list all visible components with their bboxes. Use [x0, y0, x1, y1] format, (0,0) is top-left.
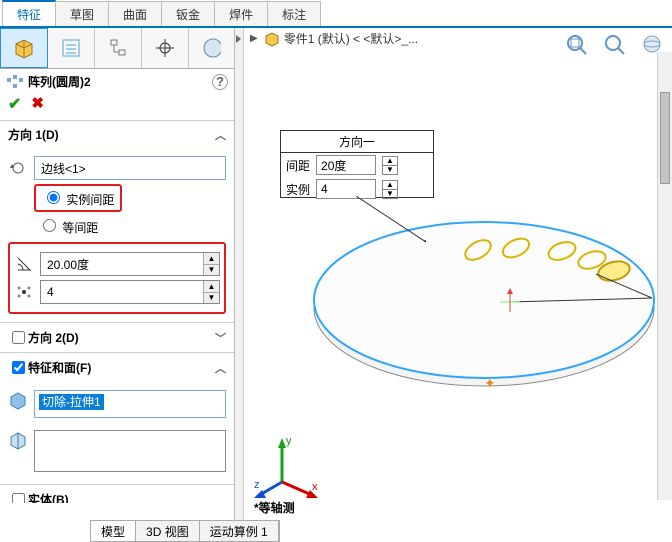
tab-surface[interactable]: 曲面: [108, 1, 162, 26]
command-tabs: 特征 草图 曲面 钣金 焊件 标注: [0, 0, 672, 28]
selected-faces-list[interactable]: [34, 430, 226, 472]
ok-cancel-row: ✔ ✖: [0, 90, 234, 120]
panel-bodies: 实体(B): [0, 484, 234, 503]
radio-equal-spacing[interactable]: 等间距: [38, 216, 226, 236]
collapse-icon[interactable]: ﹀: [215, 330, 226, 346]
callout-instances-spinner[interactable]: ▲▼: [382, 180, 398, 199]
splitter-arrow-icon: [235, 34, 243, 44]
chevron-right-icon: ▶: [250, 33, 258, 44]
svg-text:x: x: [312, 481, 318, 493]
radio-equal-spacing-input[interactable]: [43, 219, 56, 232]
view-tools: [560, 30, 670, 58]
panel-direction-1: 方向 1(D) ︿ 边线<1> 实例间距 等间距: [0, 120, 234, 322]
panel-dir2-header[interactable]: 方向 2(D) ﹀: [0, 323, 234, 352]
tab-sketch[interactable]: 草图: [55, 1, 109, 26]
instance-count-value[interactable]: 4: [41, 281, 203, 303]
callout-spacing-input[interactable]: [316, 155, 376, 175]
config-tab-icon[interactable]: [95, 28, 142, 68]
instance-count-icon: [14, 282, 34, 302]
scrollbar-thumb[interactable]: [660, 92, 670, 184]
panel-bodies-title: 实体(B): [28, 491, 69, 503]
feature-manager-pane: 阵列(圆周)2 ? ✔ ✖ 方向 1(D) ︿ 边线<1>: [0, 28, 235, 522]
list-icon: [60, 37, 82, 59]
bottom-tab-model[interactable]: 模型: [91, 521, 136, 541]
zoom-area-icon[interactable]: [598, 30, 632, 58]
callout-instances-input[interactable]: [316, 179, 376, 199]
svg-text:y: y: [286, 435, 292, 447]
axis-input[interactable]: 边线<1>: [34, 156, 226, 180]
pattern-callout[interactable]: 方向一 间距 ▲▼ 实例 ▲▼: [280, 130, 434, 198]
callout-instances-label: 实例: [286, 181, 310, 198]
tab-annotations[interactable]: 标注: [267, 1, 321, 26]
feature-icon: [8, 390, 28, 410]
callout-spacing-label: 间距: [286, 157, 310, 174]
radio-instance-spacing-input[interactable]: [47, 191, 60, 204]
axis-icon: [8, 158, 28, 178]
panel-feat-body: 切除-拉伸1: [0, 382, 234, 484]
radio-equal-spacing-label: 等间距: [62, 221, 98, 235]
tab-features[interactable]: 特征: [2, 0, 56, 26]
vertical-scrollbar[interactable]: [657, 52, 672, 500]
more-tab-icon[interactable]: [189, 28, 229, 68]
panel-bodies-header[interactable]: 实体(B): [0, 485, 234, 503]
angle-icon: [14, 254, 34, 274]
bottom-tabs: 模型 3D 视图 运动算例 1: [90, 520, 280, 542]
circular-pattern-icon: [6, 74, 24, 90]
target-icon: [154, 37, 176, 59]
cancel-button[interactable]: ✖: [31, 94, 44, 114]
cube-icon: [12, 36, 36, 60]
angle-value[interactable]: 20.00度: [41, 253, 203, 275]
instance-count-spinner[interactable]: ▲▼: [203, 281, 219, 303]
callout-header: 方向一: [281, 131, 433, 153]
bottom-tab-motion[interactable]: 运动算例 1: [200, 521, 279, 541]
splitter[interactable]: [235, 28, 244, 522]
panel-dir1-header[interactable]: 方向 1(D) ︿: [0, 121, 234, 148]
bottom-tab-3dview[interactable]: 3D 视图: [136, 521, 200, 541]
radio-instance-spacing-label: 实例间距: [66, 193, 114, 207]
panel-features-faces: 特征和面(F) ︿ 切除-拉伸1: [0, 352, 234, 484]
panel-dir1-title: 方向 1(D): [8, 126, 59, 143]
callout-spacing-spinner[interactable]: ▲▼: [382, 156, 398, 175]
highlighted-inputs: 20.00度 ▲▼ 4 ▲▼: [8, 242, 226, 314]
face-icon: [8, 430, 28, 450]
part-icon: [264, 31, 280, 47]
document-tab[interactable]: ▶ 零件1 (默认) < <默认>_...: [250, 30, 418, 47]
angle-input[interactable]: 20.00度 ▲▼: [40, 252, 220, 276]
display-tab-icon[interactable]: [142, 28, 189, 68]
orientation-triad[interactable]: y x z: [254, 430, 324, 500]
panel-direction-2: 方向 2(D) ﹀: [0, 322, 234, 352]
ok-button[interactable]: ✔: [8, 94, 21, 114]
sphere-icon: [197, 36, 221, 60]
tab-weldments[interactable]: 焊件: [214, 1, 268, 26]
bodies-checkbox[interactable]: [12, 493, 25, 503]
panel-dir2-title: 方向 2(D): [28, 329, 79, 346]
angle-spinner[interactable]: ▲▼: [203, 253, 219, 275]
dir2-checkbox[interactable]: [12, 331, 25, 344]
property-tab-icon[interactable]: [48, 28, 95, 68]
help-icon[interactable]: ?: [212, 74, 228, 90]
hierarchy-icon: [107, 37, 129, 59]
collapse-icon[interactable]: ︿: [215, 127, 226, 143]
radio-instance-spacing[interactable]: 实例间距: [34, 184, 122, 212]
graphics-view[interactable]: ▶ 零件1 (默认) < <默认>_...: [244, 28, 672, 522]
selected-features-list[interactable]: 切除-拉伸1: [34, 390, 226, 418]
zoom-fit-icon[interactable]: [560, 30, 594, 58]
panel-dir1-body: 边线<1> 实例间距 等间距 20.00度: [0, 148, 234, 322]
collapse-icon[interactable]: ︿: [215, 360, 226, 376]
feature-tree-tab-icon[interactable]: [0, 28, 48, 68]
panel-feat-header[interactable]: 特征和面(F) ︿: [0, 353, 234, 382]
svg-text:z: z: [254, 479, 260, 491]
panel-feat-title: 特征和面(F): [28, 359, 91, 376]
selected-feature-item[interactable]: 切除-拉伸1: [39, 394, 104, 410]
feature-header: 阵列(圆周)2 ?: [0, 69, 234, 90]
tab-sheet-metal[interactable]: 钣金: [161, 1, 215, 26]
instance-count-input[interactable]: 4 ▲▼: [40, 280, 220, 304]
view-label: *等轴测: [254, 499, 295, 516]
left-toolbar: [0, 28, 234, 69]
feature-title: 阵列(圆周)2: [28, 73, 91, 90]
main-area: 阵列(圆周)2 ? ✔ ✖ 方向 1(D) ︿ 边线<1>: [0, 28, 672, 522]
document-tab-label: 零件1 (默认) < <默认>_...: [284, 30, 418, 47]
svg-text:✦: ✦: [484, 375, 496, 391]
feat-checkbox[interactable]: [12, 361, 25, 374]
